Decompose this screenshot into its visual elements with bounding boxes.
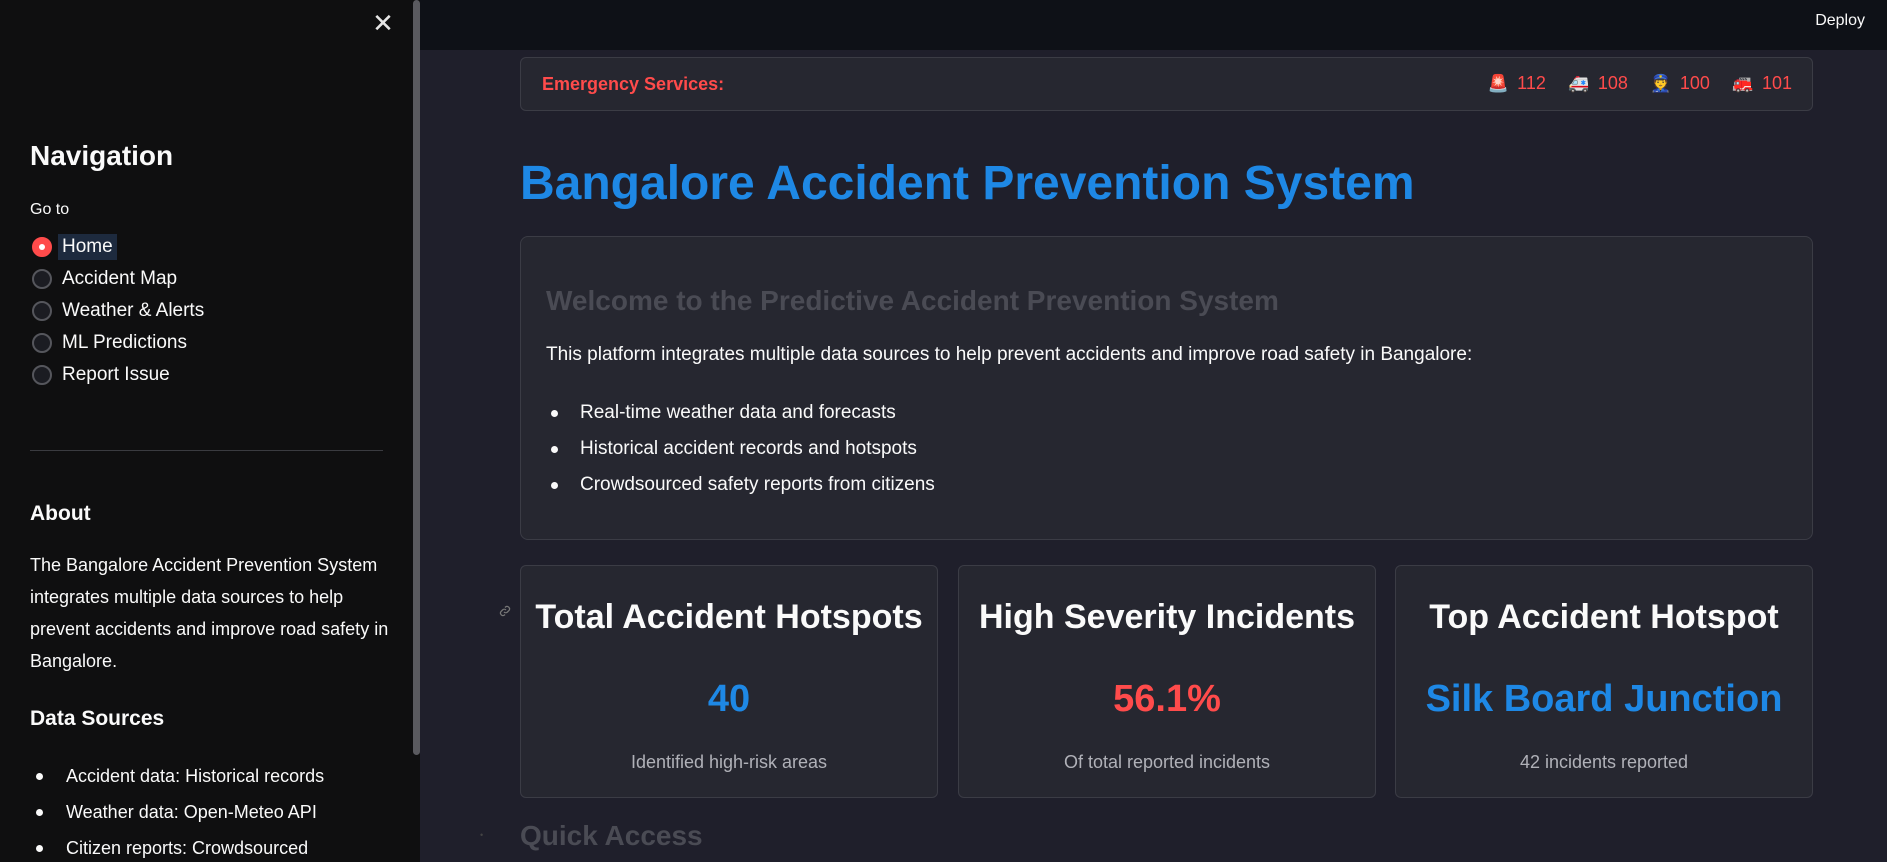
list-item-text: Accident data: Historical records xyxy=(66,766,325,786)
radio-button-selected[interactable] xyxy=(32,237,52,257)
nav-option-label: Accident Map xyxy=(62,268,178,289)
nav-option-report-issue[interactable]: Report Issue xyxy=(30,359,204,391)
stat-card-top-hotspot: Top Accident Hotspot Silk Board Junction… xyxy=(1395,565,1813,798)
stat-value: 40 xyxy=(707,678,751,720)
bullet-icon xyxy=(551,409,558,417)
anchor-link-icon[interactable] xyxy=(496,605,514,620)
welcome-card: Welcome to the Predictive Accident Preve… xyxy=(520,236,1813,540)
list-item-text: Citizen reports: Crowdsourced xyxy=(66,838,309,858)
stat-subtitle: Identified high-risk areas xyxy=(630,752,828,772)
emergency-number: 101 xyxy=(1761,73,1792,93)
list-item-text: Crowdsourced safety reports from citizen… xyxy=(580,474,935,495)
radio-button[interactable] xyxy=(32,365,52,385)
list-item: Crowdsourced safety reports from citizen… xyxy=(546,467,935,503)
radio-button[interactable] xyxy=(32,333,52,353)
emergency-number: 100 xyxy=(1679,73,1710,93)
welcome-title: Welcome to the Predictive Accident Preve… xyxy=(546,285,1279,316)
nav-option-label: Weather & Alerts xyxy=(62,300,205,321)
nav-option-home[interactable]: Home xyxy=(30,231,204,263)
ambulance-icon: 🚑 xyxy=(1568,73,1590,93)
stat-subtitle: Of total reported incidents xyxy=(1063,752,1271,772)
emergency-number-item: 🚨 112 xyxy=(1487,73,1546,94)
nav-option-label: ML Predictions xyxy=(62,332,187,353)
quick-access-title: Quick Access xyxy=(520,820,703,851)
bullet-icon xyxy=(36,808,43,816)
top-header: Deploy xyxy=(420,0,1887,50)
siren-icon: 🚨 xyxy=(1487,73,1509,93)
stat-title: High Severity Incidents xyxy=(979,598,1355,636)
nav-option-label: Home xyxy=(58,234,117,260)
goto-label: Go to xyxy=(30,201,70,218)
page-title: Bangalore Accident Prevention System xyxy=(520,157,1415,210)
bullet-icon xyxy=(36,772,43,780)
data-sources-list: Accident data: Historical records Weathe… xyxy=(30,758,324,862)
radio-button[interactable] xyxy=(32,269,52,289)
bullet-icon xyxy=(551,481,558,489)
list-item-text: Historical accident records and hotspots xyxy=(580,438,917,459)
list-item: Citizen reports: Crowdsourced xyxy=(30,830,324,862)
stat-value: 56.1% xyxy=(1113,678,1221,720)
stat-value: Silk Board Junction xyxy=(1425,678,1783,720)
fire-engine-icon: 🚒 xyxy=(1732,73,1754,93)
emergency-number: 108 xyxy=(1597,73,1628,93)
stat-subtitle: 42 incidents reported xyxy=(1519,752,1689,772)
about-text: The Bangalore Accident Prevention System… xyxy=(30,555,389,671)
bullet-icon xyxy=(36,844,43,852)
welcome-feature-list: Real-time weather data and forecasts His… xyxy=(546,395,935,503)
sidebar-divider xyxy=(30,450,383,451)
navigation-title: Navigation xyxy=(30,140,174,171)
stat-title: Top Accident Hotspot xyxy=(1429,598,1779,636)
deploy-button[interactable]: Deploy xyxy=(1815,12,1865,30)
list-item: Historical accident records and hotspots xyxy=(546,431,935,467)
sidebar-scrollbar[interactable] xyxy=(413,0,420,755)
close-sidebar-icon[interactable]: ✕ xyxy=(372,10,394,36)
nav-option-label: Report Issue xyxy=(62,364,170,385)
stat-card-high-severity: High Severity Incidents 56.1% Of total r… xyxy=(958,565,1376,798)
list-item-text: Weather data: Open-Meteo API xyxy=(66,802,317,822)
radio-button[interactable] xyxy=(32,301,52,321)
list-item: Weather data: Open-Meteo API xyxy=(30,794,324,830)
anchor-link-icon[interactable]: • xyxy=(480,830,483,840)
nav-option-weather-alerts[interactable]: Weather & Alerts xyxy=(30,295,204,327)
emergency-number: 112 xyxy=(1517,73,1546,93)
emergency-label: Emergency Services: xyxy=(542,74,725,94)
emergency-number-item: 🚑 108 xyxy=(1568,73,1628,94)
nav-option-ml-predictions[interactable]: ML Predictions xyxy=(30,327,204,359)
stat-title: Total Accident Hotspots xyxy=(535,598,923,636)
emergency-number-item: 🚒 101 xyxy=(1732,73,1792,94)
emergency-numbers: 🚨 112 🚑 108 👮 100 🚒 101 xyxy=(1487,73,1792,94)
police-icon: 👮 xyxy=(1650,73,1672,93)
list-item: Real-time weather data and forecasts xyxy=(546,395,935,431)
bullet-icon xyxy=(551,445,558,453)
emergency-services-bar: Emergency Services: 🚨 112 🚑 108 👮 100 🚒 … xyxy=(520,57,1813,111)
sidebar: ✕ Navigation Go to Home Accident Map Wea… xyxy=(0,0,420,862)
emergency-number-item: 👮 100 xyxy=(1650,73,1710,94)
data-sources-title: Data Sources xyxy=(30,707,165,730)
list-item-text: Real-time weather data and forecasts xyxy=(580,402,896,423)
about-title: About xyxy=(30,502,91,525)
navigation-radio-group: Home Accident Map Weather & Alerts ML Pr… xyxy=(30,231,204,391)
welcome-description: This platform integrates multiple data s… xyxy=(546,344,1473,365)
nav-option-accident-map[interactable]: Accident Map xyxy=(30,263,204,295)
stat-card-total-hotspots: Total Accident Hotspots 40 Identified hi… xyxy=(520,565,938,798)
list-item: Accident data: Historical records xyxy=(30,758,324,794)
